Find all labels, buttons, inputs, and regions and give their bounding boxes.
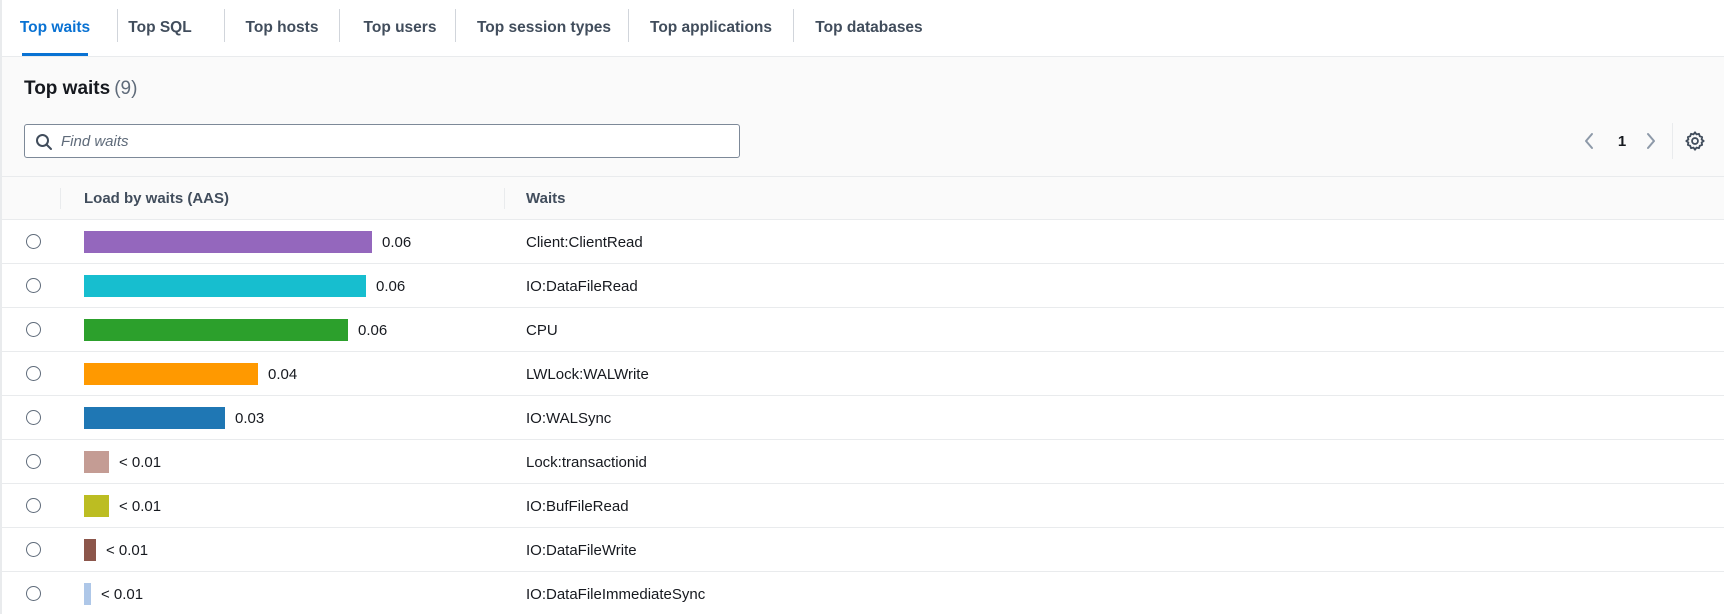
load-value: 0.06 (382, 233, 412, 251)
table-row[interactable]: 0.06 IO:DataFileRead (2, 264, 1724, 308)
tab-top-applications[interactable]: Top applications (649, 0, 773, 56)
column-header-waits[interactable]: Waits (526, 177, 565, 220)
row-select-radio[interactable] (26, 366, 41, 381)
load-bar (84, 319, 348, 341)
load-value: < 0.01 (101, 585, 144, 603)
table-row[interactable]: 0.06 CPU (2, 308, 1724, 352)
wait-name: IO:DataFileWrite (526, 541, 637, 559)
page-number-button[interactable]: 1 (1612, 129, 1632, 153)
table-row[interactable]: 0.04 LWLock:WALWrite (2, 352, 1724, 396)
panel-title: Top waits (9) (24, 78, 137, 100)
load-bar (84, 275, 366, 297)
wait-name: Lock:transactionid (526, 453, 647, 471)
next-page-icon[interactable] (1642, 129, 1660, 153)
load-bar (84, 407, 225, 429)
tab-divider (224, 9, 225, 42)
table-row[interactable]: < 0.01 IO:DataFileWrite (2, 528, 1724, 572)
tab-divider (117, 9, 118, 42)
table-row[interactable]: < 0.01 IO:BufFileRead (2, 484, 1724, 528)
search-input[interactable] (61, 125, 731, 157)
wait-name: Client:ClientRead (526, 233, 643, 251)
load-bar (84, 583, 91, 605)
load-bar (84, 539, 96, 561)
load-value: 0.03 (235, 409, 265, 427)
row-select-radio[interactable] (26, 454, 41, 469)
load-value: < 0.01 (106, 541, 149, 559)
row-select-radio[interactable] (26, 586, 41, 601)
row-select-radio[interactable] (26, 542, 41, 557)
wait-name: LWLock:WALWrite (526, 365, 649, 383)
load-value: 0.06 (358, 321, 388, 339)
tab-divider (339, 9, 340, 42)
load-value: < 0.01 (119, 497, 162, 515)
panel-count: (9) (114, 78, 138, 99)
search-box[interactable] (24, 124, 740, 158)
wait-name: CPU (526, 321, 558, 339)
wait-name: IO:DataFileImmediateSync (526, 585, 706, 603)
table-row[interactable]: < 0.01 Lock:transactionid (2, 440, 1724, 484)
column-divider (504, 188, 505, 209)
load-bar (84, 363, 258, 385)
search-icon (36, 134, 52, 150)
row-select-radio[interactable] (26, 322, 41, 337)
tab-divider (455, 9, 456, 42)
row-select-radio[interactable] (26, 410, 41, 425)
table-header: Load by waits (AAS) Waits (2, 177, 1724, 220)
table-row[interactable]: 0.03 IO:WALSync (2, 396, 1724, 440)
wait-name: IO:WALSync (526, 409, 612, 427)
row-select-radio[interactable] (26, 234, 41, 249)
pager-divider (1672, 123, 1673, 159)
load-bar (84, 451, 109, 473)
tab-top-session-types[interactable]: Top session types (474, 0, 614, 56)
tab-top-sql[interactable]: Top SQL (128, 0, 192, 56)
tab-divider (793, 9, 794, 42)
load-value: 0.06 (376, 277, 406, 295)
load-bar (84, 495, 109, 517)
gear-icon[interactable] (1684, 130, 1706, 152)
column-divider (60, 188, 61, 209)
tab-divider (628, 9, 629, 42)
table-row[interactable]: 0.06 Client:ClientRead (2, 220, 1724, 264)
tab-top-waits[interactable]: Top waits (20, 0, 90, 56)
wait-name: IO:BufFileRead (526, 497, 629, 515)
tab-top-hosts[interactable]: Top hosts (242, 0, 322, 56)
tab-bar: Top waits Top SQL Top hosts Top users To… (2, 0, 1724, 57)
previous-page-icon[interactable] (1580, 129, 1598, 153)
column-header-load[interactable]: Load by waits (AAS) (84, 177, 229, 220)
top-waits-panel: Top waits(9) 1 (2, 57, 1724, 177)
load-value: 0.04 (268, 365, 298, 383)
tab-top-databases[interactable]: Top databases (814, 0, 924, 56)
panel-title-text: Top waits (24, 78, 111, 99)
tab-top-users[interactable]: Top users (357, 0, 443, 56)
row-select-radio[interactable] (26, 498, 41, 513)
table-row[interactable]: < 0.01 IO:DataFileImmediateSync (2, 572, 1724, 614)
wait-name: IO:DataFileRead (526, 277, 638, 295)
load-value: < 0.01 (119, 453, 162, 471)
load-bar (84, 231, 372, 253)
row-select-radio[interactable] (26, 278, 41, 293)
